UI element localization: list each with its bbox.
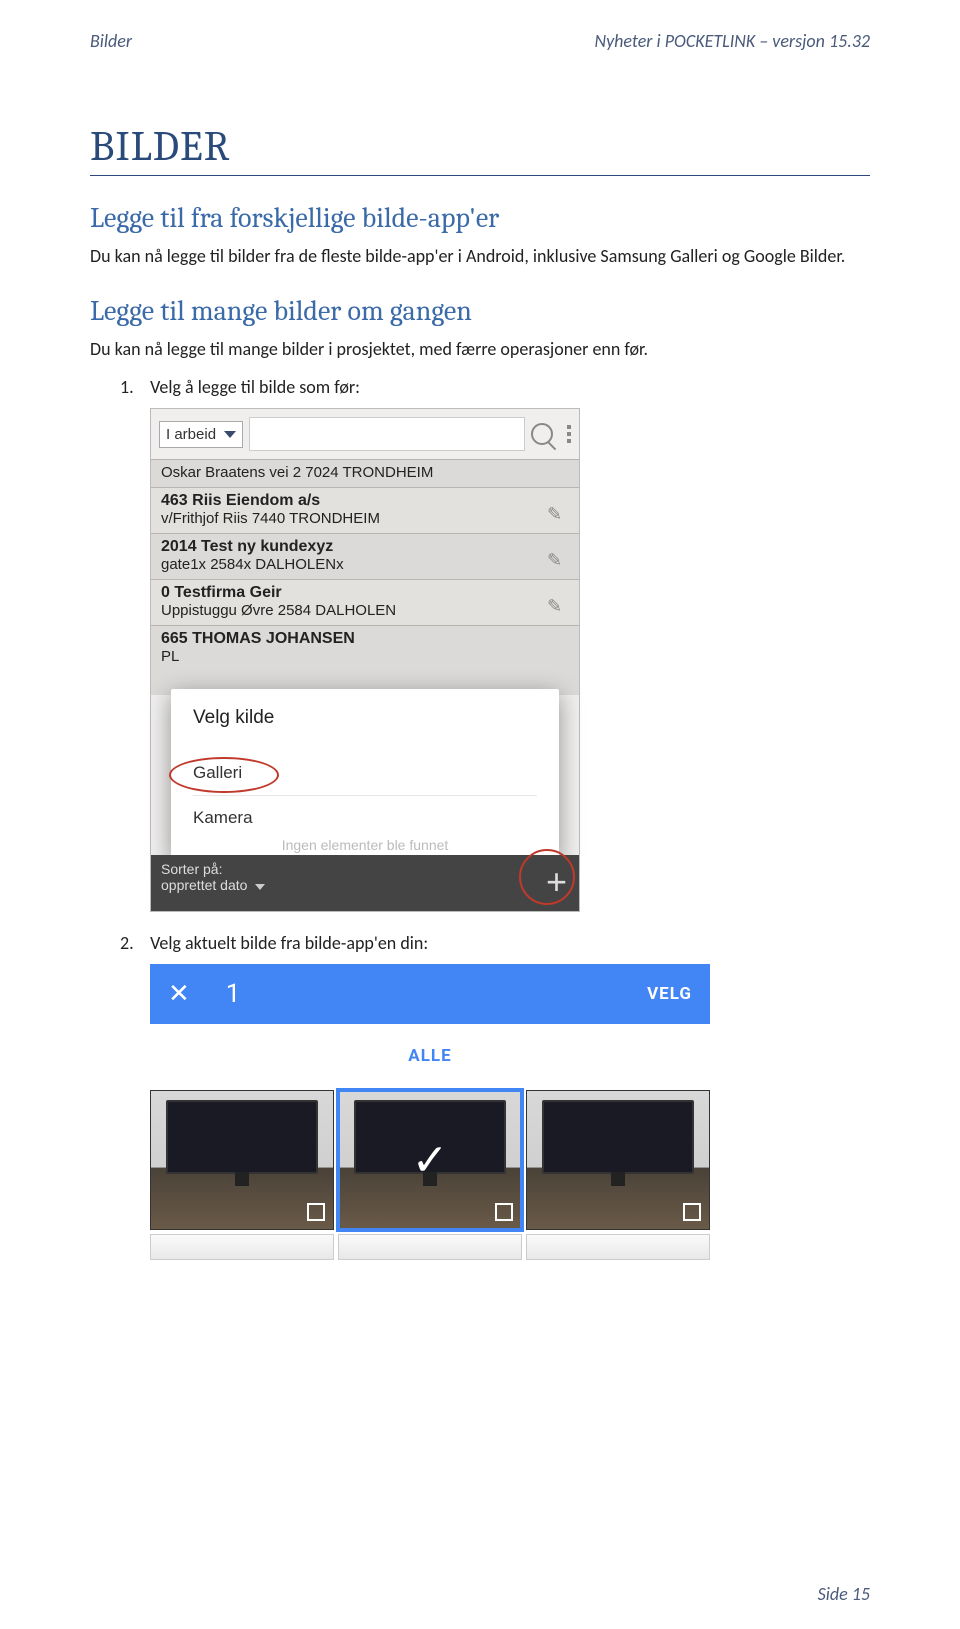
- row-line2: gate1x 2584x DALHOLENx: [161, 556, 569, 573]
- filter-dropdown[interactable]: I arbeid: [159, 421, 243, 448]
- tab-all[interactable]: ALLE: [150, 1024, 710, 1088]
- image-thumb[interactable]: [150, 1090, 334, 1230]
- screenshot-image-picker: ✕ 1 VELG ALLE ✓: [150, 964, 710, 1260]
- row-line2: PL: [161, 648, 569, 665]
- dialog-title: Velg kilde: [193, 707, 537, 729]
- close-icon[interactable]: ✕: [168, 979, 190, 1009]
- step2-text: Velg aktuelt bilde fra bilde-app'en din:: [150, 932, 428, 954]
- expand-icon[interactable]: [307, 1203, 325, 1221]
- image-thumb[interactable]: [338, 1234, 522, 1260]
- page-header: Bilder Nyheter i POCKETLINK – versjon 15…: [90, 30, 870, 52]
- step1-num: 1.: [120, 376, 146, 398]
- header-right: Nyheter i POCKETLINK – versjon 15.32: [594, 30, 870, 52]
- step2-num: 2.: [120, 932, 146, 954]
- main-heading: BILDER: [90, 122, 870, 176]
- list-item[interactable]: Oskar Braatens vei 2 7024 TRONDHEIM: [151, 459, 579, 487]
- check-icon: ✓: [412, 1134, 449, 1186]
- image-grid-row2: [150, 1234, 710, 1260]
- section1-body: Du kan nå legge til bilder fra de fleste…: [90, 244, 870, 269]
- list-item[interactable]: 665 THOMAS JOHANSEN PL: [151, 625, 579, 695]
- image-thumb[interactable]: [526, 1234, 710, 1260]
- row-line2: v/Frithjof Riis 7440 TRONDHEIM: [161, 510, 569, 527]
- annotation-circle: [519, 849, 575, 905]
- picker-appbar: ✕ 1 VELG: [150, 964, 710, 1024]
- dialog-option-kamera[interactable]: Kamera: [193, 796, 537, 840]
- sort-label: Sorter på:: [161, 861, 569, 877]
- row-line1: 665 THOMAS JOHANSEN: [161, 630, 569, 648]
- page-footer: Side 15: [818, 1583, 870, 1605]
- step2: 2. Velg aktuelt bilde fra bilde-app'en d…: [90, 932, 870, 954]
- image-thumb-selected[interactable]: ✓: [338, 1090, 522, 1230]
- edit-icon[interactable]: [547, 550, 567, 570]
- sort-value: opprettet dato: [161, 877, 247, 893]
- expand-icon[interactable]: [683, 1203, 701, 1221]
- edit-icon[interactable]: [547, 596, 567, 616]
- step1-text: Velg å legge til bilde som før:: [150, 376, 360, 398]
- header-left: Bilder: [90, 30, 132, 52]
- expand-icon[interactable]: [495, 1203, 513, 1221]
- edit-icon[interactable]: [547, 504, 567, 524]
- row-line2: Uppistuggu Øvre 2584 DALHOLEN: [161, 602, 569, 619]
- chevron-down-icon: [255, 884, 265, 890]
- chevron-down-icon: [224, 431, 236, 438]
- row-line1: 2014 Test ny kundexyz: [161, 538, 569, 556]
- section1-title: Legge til fra forskjellige bilde-app'er: [90, 202, 870, 234]
- row-line1: 463 Riis Eiendom a/s: [161, 492, 569, 510]
- section2-body: Du kan nå legge til mange bilder i prosj…: [90, 337, 870, 362]
- sort-dropdown[interactable]: opprettet dato: [161, 877, 569, 893]
- list-item[interactable]: 463 Riis Eiendom a/s v/Frithjof Riis 744…: [151, 487, 579, 533]
- filter-label: I arbeid: [166, 426, 216, 443]
- list-item[interactable]: 0 Testfirma Geir Uppistuggu Øvre 2584 DA…: [151, 579, 579, 625]
- toolbar: I arbeid: [151, 409, 579, 459]
- select-button[interactable]: VELG: [647, 984, 692, 1004]
- section2-title: Legge til mange bilder om gangen: [90, 295, 870, 327]
- row-line1: 0 Testfirma Geir: [161, 584, 569, 602]
- selection-count: 1: [226, 979, 241, 1009]
- search-input[interactable]: [249, 417, 525, 451]
- list-item[interactable]: 2014 Test ny kundexyz gate1x 2584x DALHO…: [151, 533, 579, 579]
- row-line1: Oskar Braatens vei 2 7024 TRONDHEIM: [161, 464, 569, 481]
- screenshot-app-list: I arbeid Oskar Braatens vei 2 7024 TROND…: [150, 408, 580, 912]
- image-thumb[interactable]: [150, 1234, 334, 1260]
- bottom-bar: Ingen elementer ble funnet Sorter på: op…: [151, 855, 579, 911]
- overflow-menu-icon[interactable]: [567, 425, 571, 443]
- search-icon[interactable]: [531, 423, 553, 445]
- image-grid: ✓: [150, 1088, 710, 1230]
- image-thumb[interactable]: [526, 1090, 710, 1230]
- step1: 1. Velg å legge til bilde som før:: [90, 376, 870, 398]
- empty-message: Ingen elementer ble funnet: [282, 837, 449, 853]
